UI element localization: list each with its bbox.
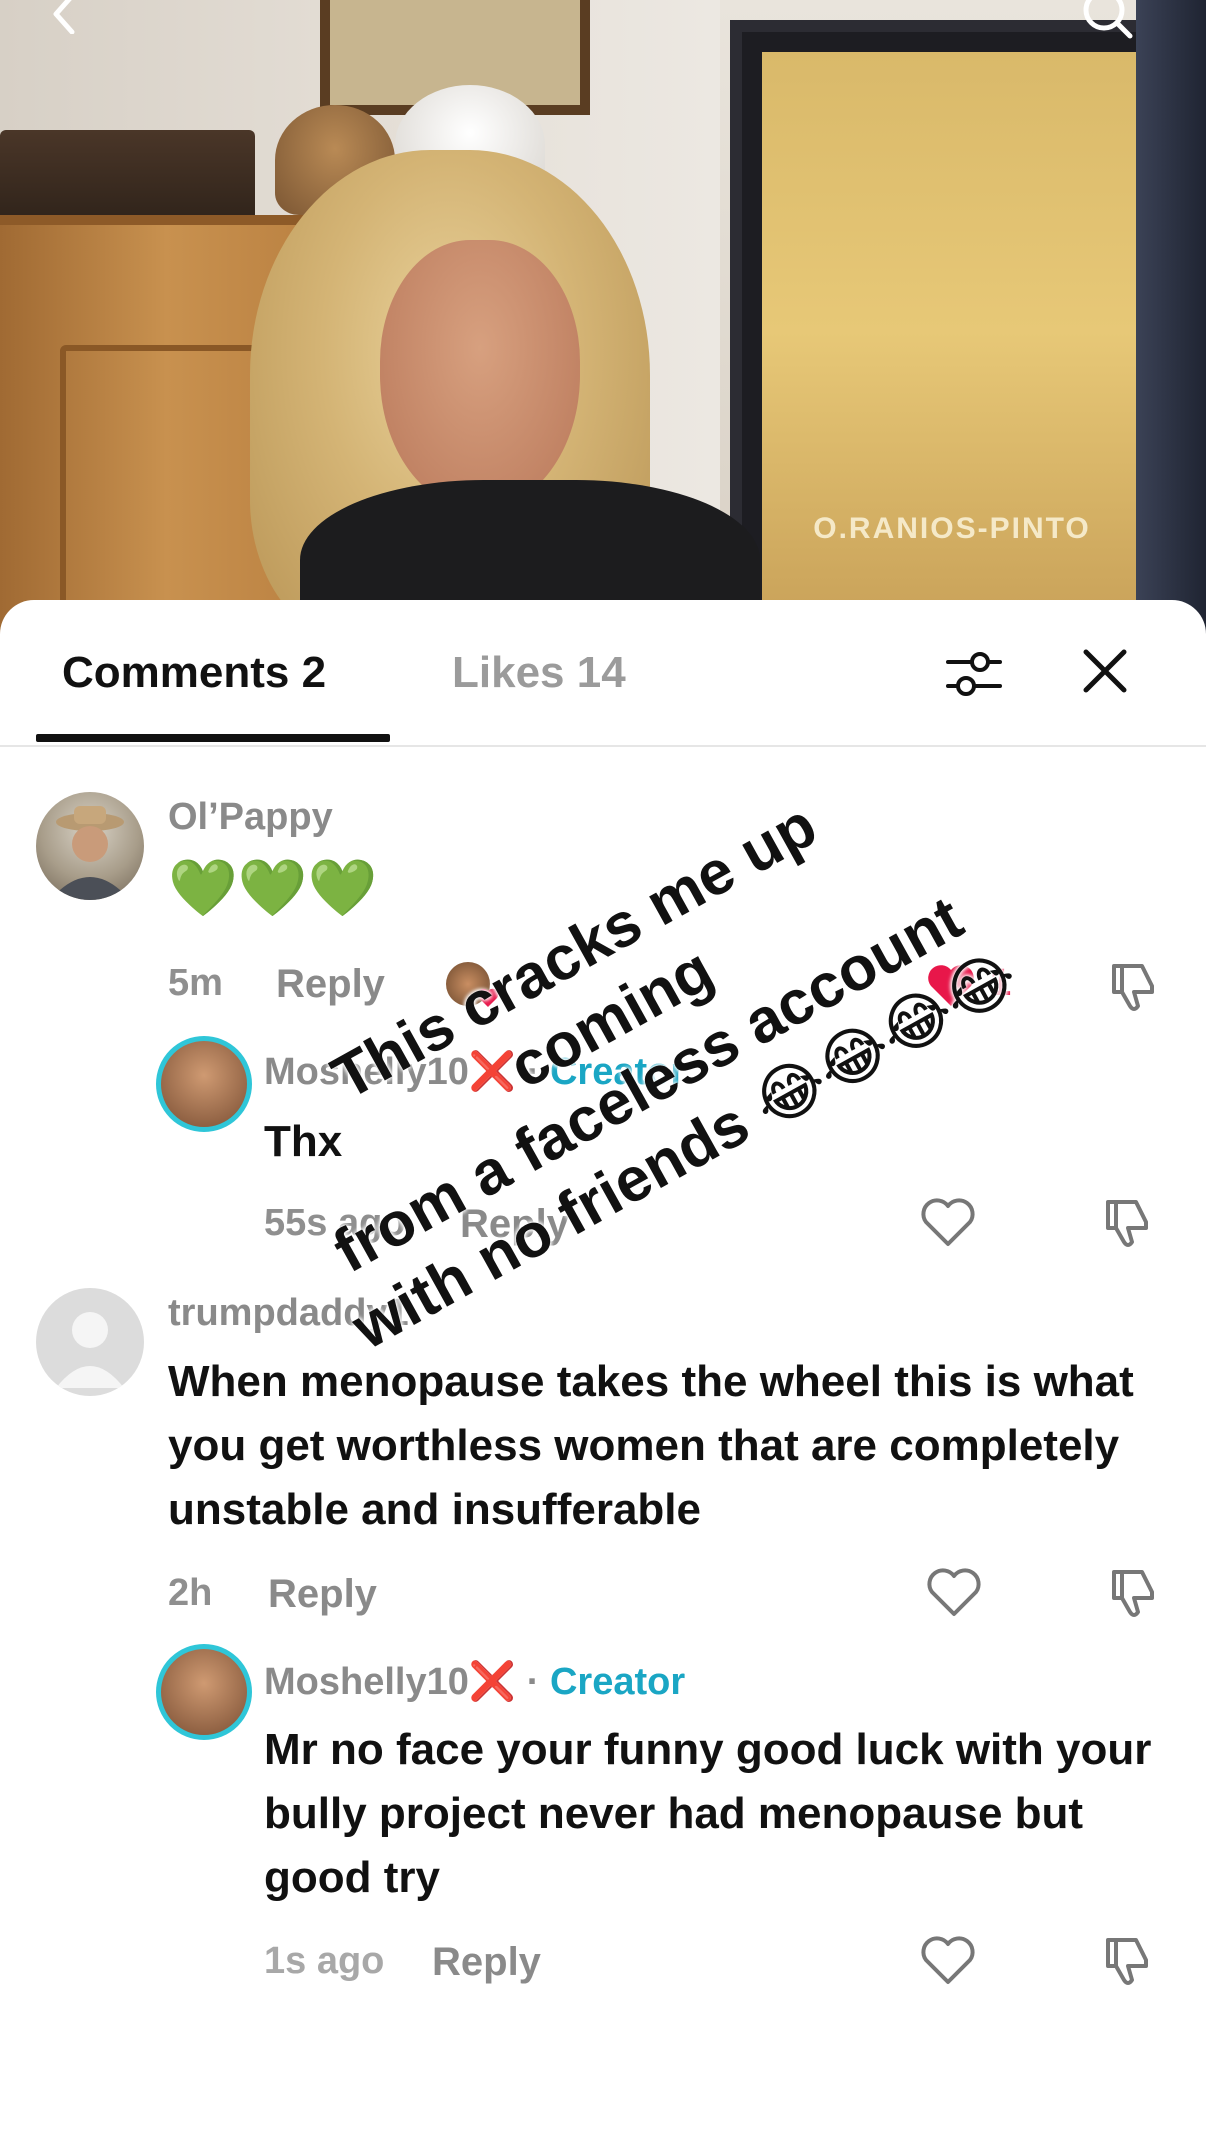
filter-sliders-icon[interactable] (944, 644, 1004, 704)
reply-username[interactable]: Moshelly10❌ · Creator (264, 1660, 685, 1704)
default-avatar[interactable] (36, 1288, 144, 1396)
heart-outline-icon[interactable] (920, 1196, 976, 1248)
avatar[interactable] (156, 1644, 252, 1740)
curtain (1136, 0, 1206, 640)
comment-text: 💚💚💚 (168, 856, 378, 919)
heart-outline-icon[interactable] (920, 1934, 976, 1986)
dislike-icon[interactable] (1098, 1194, 1154, 1250)
comment-username[interactable]: Ol’Pappy (168, 796, 333, 839)
reply-button[interactable]: Reply (432, 1940, 541, 1985)
reply-button[interactable]: Reply (276, 962, 385, 1007)
reply-time: 1s ago (264, 1940, 385, 1982)
comment-time: 5m (168, 962, 223, 1004)
tab-bar: Comments 2 Likes 14 (0, 600, 1206, 747)
poster: O.RANIOS-PINTO (730, 20, 1174, 640)
suitcase (0, 130, 255, 225)
reply-text: Mr no face your funny good luck with you… (264, 1725, 1152, 1902)
tab-comments[interactable]: Comments 2 (62, 648, 326, 698)
avatar[interactable] (36, 792, 144, 900)
comment-time: 2h (168, 1572, 213, 1614)
poster-art: O.RANIOS-PINTO (762, 52, 1142, 612)
back-chevron-icon[interactable] (44, 0, 84, 35)
comment-text: When menopause takes the wheel this is w… (168, 1357, 1134, 1534)
close-icon[interactable] (1080, 646, 1130, 696)
active-tab-indicator (36, 734, 390, 742)
dislike-icon[interactable] (1104, 958, 1160, 1014)
video-background: O.RANIOS-PINTO (0, 0, 1206, 640)
x-mark-emoji: ❌ (468, 1661, 517, 1703)
reply-username-text: Moshelly10 (264, 1661, 469, 1703)
search-icon[interactable] (1080, 0, 1136, 42)
separator: · (526, 1661, 540, 1703)
creator-badge: Creator (549, 1661, 686, 1703)
heart-outline-icon[interactable] (926, 1566, 982, 1618)
poster-text: O.RANIOS-PINTO (813, 512, 1091, 545)
reply-button[interactable]: Reply (268, 1572, 377, 1617)
dislike-icon[interactable] (1098, 1932, 1154, 1988)
dislike-icon[interactable] (1104, 1564, 1160, 1620)
tab-likes[interactable]: Likes 14 (452, 648, 626, 698)
person-face (380, 240, 580, 510)
